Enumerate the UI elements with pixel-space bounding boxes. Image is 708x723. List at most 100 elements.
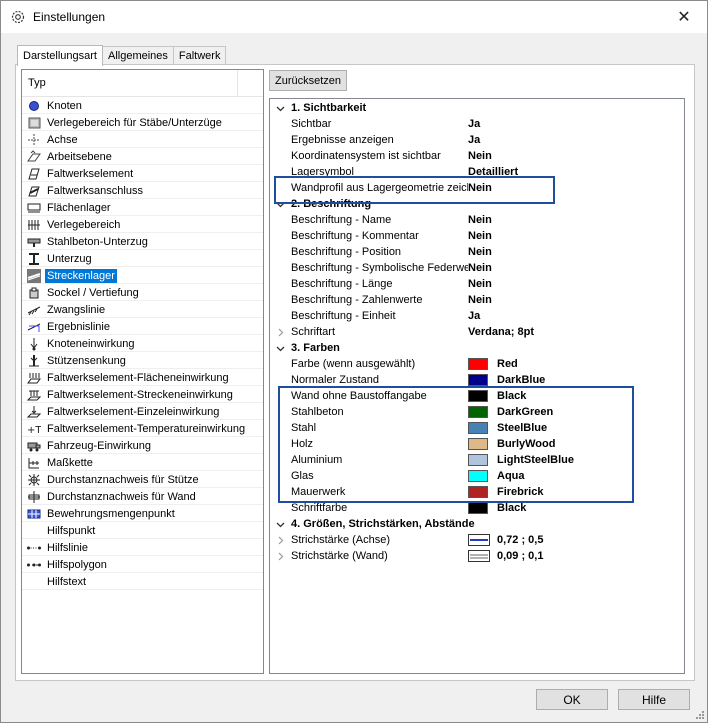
- type-item-0[interactable]: Knoten: [22, 97, 263, 114]
- node-icon: [26, 99, 42, 113]
- property-name: Strichstärke (Wand): [291, 550, 388, 562]
- reset-button[interactable]: Zurücksetzen: [269, 70, 347, 91]
- type-item-15[interactable]: Stützensenkung: [22, 352, 263, 369]
- row-margin: [270, 228, 291, 244]
- property-row[interactable]: Sichtbar Ja: [270, 116, 684, 132]
- type-item-6[interactable]: Flächenlager: [22, 199, 263, 216]
- property-value[interactable]: Nein: [468, 294, 492, 306]
- tab-allgemeines[interactable]: Allgemeines: [101, 46, 174, 65]
- vehicle-load-icon: [26, 439, 42, 453]
- type-item-23[interactable]: Durchstanznachweis für Wand: [22, 488, 263, 505]
- property-value[interactable]: Black: [468, 502, 526, 514]
- property-value[interactable]: Nein: [468, 150, 492, 162]
- property-row[interactable]: Strichstärke (Wand) 0,09 ; 0,1: [270, 548, 684, 564]
- property-name: Beschriftung - Kommentar: [291, 230, 419, 242]
- property-value[interactable]: 0,09 ; 0,1: [468, 550, 543, 562]
- resize-grip-icon[interactable]: [694, 709, 704, 719]
- property-row[interactable]: Schriftart Verdana; 8pt: [270, 324, 684, 340]
- type-item-25[interactable]: Hilfspunkt: [22, 522, 263, 539]
- type-item-28[interactable]: Hilfstext: [22, 573, 263, 590]
- property-value-text: Ja: [468, 118, 481, 130]
- punching-wall-icon: [26, 490, 42, 504]
- type-item-27[interactable]: Hilfspolygon: [22, 556, 263, 573]
- property-row[interactable]: Koordinatensystem ist sichtbar Nein: [270, 148, 684, 164]
- property-value[interactable]: Nein: [468, 214, 492, 226]
- property-category[interactable]: 3. Farben: [270, 340, 684, 356]
- property-value-text: 0,72 ; 0,5: [497, 534, 544, 546]
- type-item-7[interactable]: Verlegebereich: [22, 216, 263, 233]
- property-category[interactable]: 4. Größen, Strichstärken, Abstände: [270, 516, 684, 532]
- tab-strip: Darstellungsart Allgemeines Faltwerk: [17, 45, 227, 66]
- type-item-11[interactable]: Sockel / Vertiefung: [22, 284, 263, 301]
- type-item-21[interactable]: Maßkette: [22, 454, 263, 471]
- property-row[interactable]: Beschriftung - Symbolische Federwerte Nei…: [270, 260, 684, 276]
- type-item-3[interactable]: Arbeitsebene: [22, 148, 263, 165]
- tab-darstellungsart[interactable]: Darstellungsart: [17, 45, 103, 66]
- type-item-20[interactable]: Fahrzeug-Einwirkung: [22, 437, 263, 454]
- property-category[interactable]: 1. Sichtbarkeit: [270, 100, 684, 116]
- property-value[interactable]: 0,72 ; 0,5: [468, 534, 543, 546]
- type-item-12[interactable]: Zwangslinie: [22, 301, 263, 318]
- property-value[interactable]: Ja: [468, 310, 480, 322]
- type-item-10[interactable]: Streckenlager: [22, 267, 263, 284]
- type-item-17[interactable]: Faltwerkselement-Streckeneinwirkung: [22, 386, 263, 403]
- property-row[interactable]: Beschriftung - Zahlenwerte Nein: [270, 292, 684, 308]
- type-list[interactable]: Typ Knoten Verlegebereich für Stäbe/Unter…: [21, 69, 264, 674]
- collapse-icon[interactable]: [270, 340, 291, 356]
- type-item-14[interactable]: Knoteneinwirkung: [22, 335, 263, 352]
- expand-icon[interactable]: [270, 324, 291, 340]
- property-value[interactable]: Red: [468, 358, 518, 370]
- row-margin: [270, 212, 291, 228]
- type-item-22[interactable]: Durchstanznachweis für Stütze: [22, 471, 263, 488]
- type-item-16[interactable]: Faltwerkselement-Flächeneinwirkung: [22, 369, 263, 386]
- collapse-icon[interactable]: [270, 516, 291, 532]
- element-icon: [26, 167, 42, 181]
- property-row[interactable]: Beschriftung - Einheit Ja: [270, 308, 684, 324]
- property-row[interactable]: Ergebnisse anzeigen Ja: [270, 132, 684, 148]
- type-item-24[interactable]: Bewehrungsmengenpunkt: [22, 505, 263, 522]
- type-item-26[interactable]: Hilfslinie: [22, 539, 263, 556]
- property-value[interactable]: Ja: [468, 134, 480, 146]
- collapse-icon[interactable]: [270, 100, 291, 116]
- property-row[interactable]: Beschriftung - Name Nein: [270, 212, 684, 228]
- type-item-1[interactable]: Verlegebereich für Stäbe/Unterzüge: [22, 114, 263, 131]
- type-item-18[interactable]: Faltwerkselement-Einzeleinwirkung: [22, 403, 263, 420]
- type-list-header: Typ: [22, 70, 263, 97]
- property-value[interactable]: Nein: [468, 230, 492, 242]
- property-value[interactable]: Nein: [468, 246, 492, 258]
- type-item-5[interactable]: Faltwerksanschluss: [22, 182, 263, 199]
- property-row[interactable]: Farbe (wenn ausgewählt) Red: [270, 356, 684, 372]
- property-row[interactable]: Beschriftung - Länge Nein: [270, 276, 684, 292]
- connection-icon: [26, 184, 42, 198]
- property-name: Ergebnisse anzeigen: [291, 134, 394, 146]
- close-button[interactable]: ✕: [661, 1, 707, 32]
- row-margin: [270, 132, 291, 148]
- point-load-icon: [26, 405, 42, 419]
- property-value[interactable]: Verdana; 8pt: [468, 326, 534, 338]
- axis-icon: [26, 133, 42, 147]
- type-item-8[interactable]: Stahlbeton-Unterzug: [22, 233, 263, 250]
- property-name: Schriftfarbe: [291, 502, 348, 514]
- type-item-4[interactable]: Faltwerkselement: [22, 165, 263, 182]
- property-value[interactable]: DarkBlue: [468, 374, 545, 386]
- property-row[interactable]: Beschriftung - Position Nein: [270, 244, 684, 260]
- type-item-19[interactable]: +T Faltwerkselement-Temperatureinwirkung: [22, 420, 263, 437]
- helper-line-icon: [26, 541, 42, 555]
- property-value[interactable]: Ja: [468, 118, 480, 130]
- expand-icon[interactable]: [270, 548, 291, 564]
- expand-icon[interactable]: [270, 532, 291, 548]
- tab-faltwerk[interactable]: Faltwerk: [172, 46, 227, 65]
- gear-icon: [10, 9, 26, 25]
- property-value[interactable]: Nein: [468, 278, 492, 290]
- type-item-13[interactable]: Ergebnislinie: [22, 318, 263, 335]
- ok-button[interactable]: OK: [536, 689, 608, 710]
- area-icon: [26, 116, 42, 130]
- property-row[interactable]: Beschriftung - Kommentar Nein: [270, 228, 684, 244]
- helper-polygon-icon: [26, 558, 42, 572]
- property-row[interactable]: Strichstärke (Achse) 0,72 ; 0,5: [270, 532, 684, 548]
- type-item-label: Arbeitsebene: [47, 150, 112, 163]
- help-button[interactable]: Hilfe: [618, 689, 690, 710]
- type-item-2[interactable]: Achse: [22, 131, 263, 148]
- type-item-9[interactable]: Unterzug: [22, 250, 263, 267]
- property-value[interactable]: Nein: [468, 262, 492, 274]
